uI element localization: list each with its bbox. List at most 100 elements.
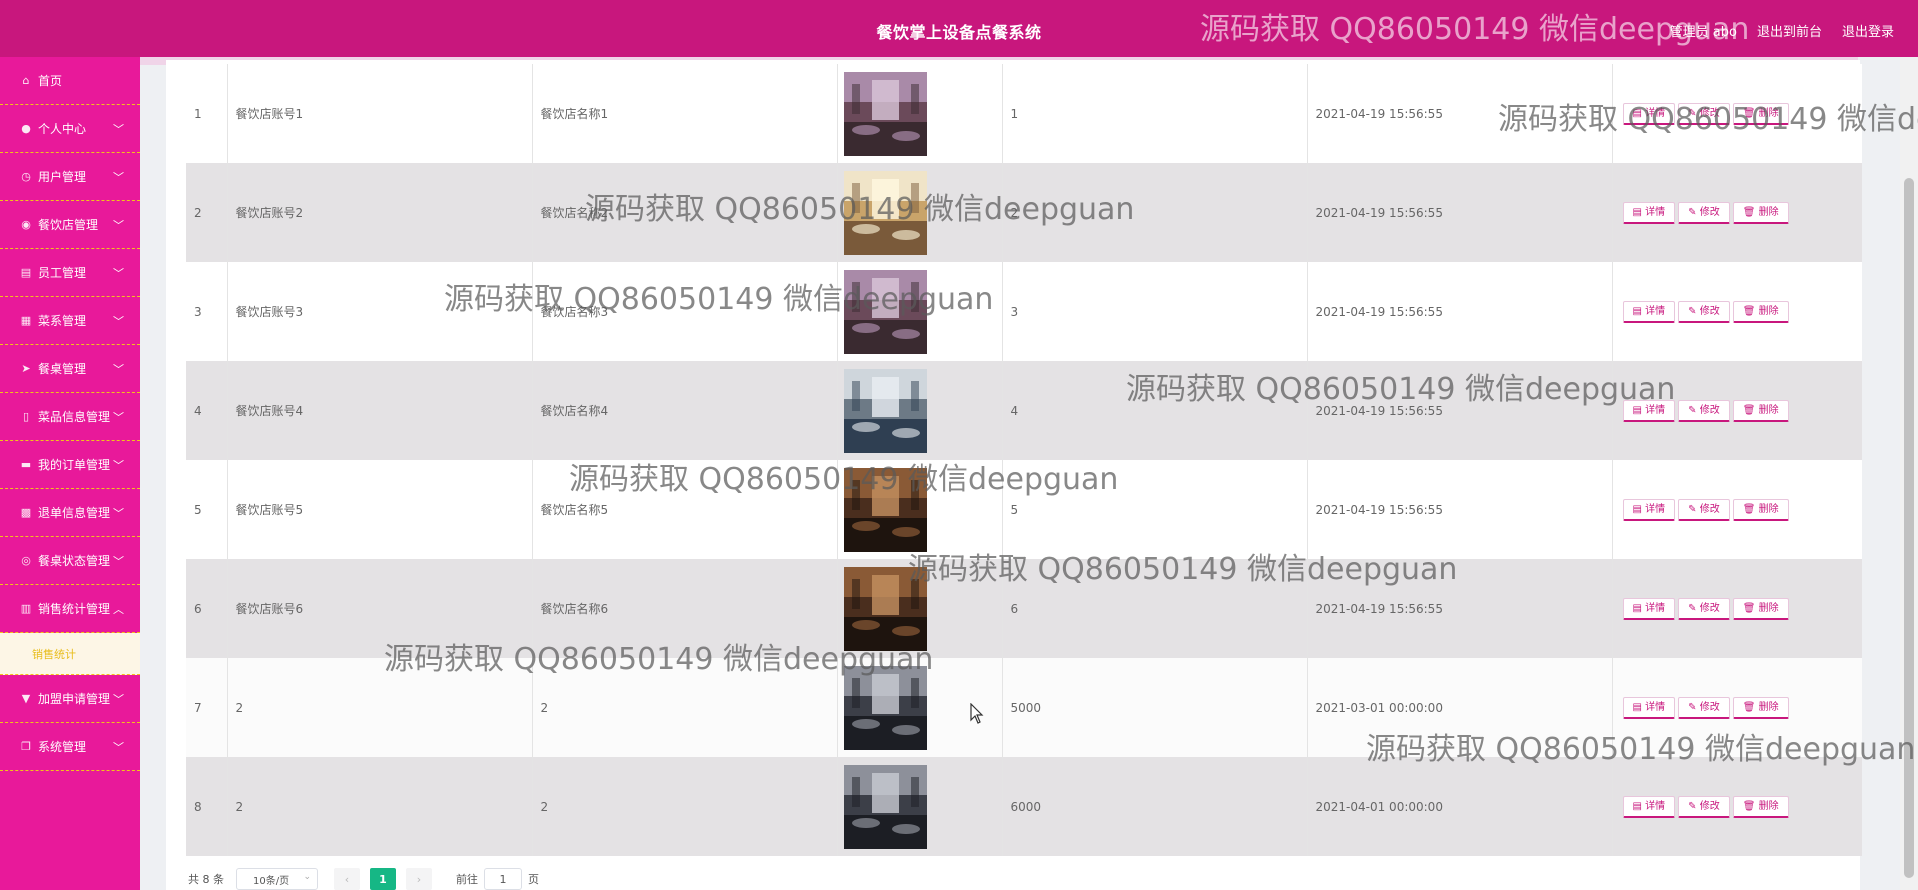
exit-to-front-link[interactable]: 退出到前台	[1757, 21, 1822, 40]
chevron-up-icon: ︿	[113, 603, 124, 616]
chevron-down-icon: ﹀	[113, 315, 124, 328]
restaurant-name: 2	[532, 658, 838, 757]
trash-icon: 🗑	[1742, 206, 1759, 218]
scrollbar-thumb[interactable]	[1904, 178, 1914, 878]
edit-button[interactable]: ✎ 修改	[1678, 597, 1730, 620]
table-row: 7 2 2 5000 2021-03-01 00:00:00 ▤ 详情 ✎ 修改 🗑 删除	[186, 658, 1862, 757]
restaurant-number: 3	[1002, 262, 1308, 361]
table-row: 3 餐饮店账号3 餐饮店名称3 3 2021-04-19 15:56:55 ▤ 详情 ✎ 修…	[186, 262, 1862, 361]
chevron-down-icon: ﹀	[113, 411, 124, 424]
chevron-down-icon: ⌄	[303, 872, 311, 882]
pencil-icon: ✎	[1688, 701, 1700, 713]
home-icon: ⌂	[22, 74, 30, 87]
pencil-icon: ✎	[1688, 602, 1700, 614]
row-index: 1	[186, 64, 228, 163]
sidebar-item[interactable]: ▼ 加盟申请管理 ﹀	[0, 675, 140, 723]
send-icon: ➤	[21, 362, 31, 375]
created-time: 2021-04-19 15:56:55	[1307, 460, 1613, 559]
submenu-item-sales-stats[interactable]: 销售统计	[0, 633, 140, 675]
sidebar-item[interactable]: ▬ 我的订单管理 ﹀	[0, 441, 140, 489]
sidebar-item-label: 用户管理	[38, 170, 87, 184]
edit-button[interactable]: ✎ 修改	[1678, 399, 1730, 422]
detail-button[interactable]: ▤ 详情	[1622, 102, 1676, 125]
sidebar-item-label: 个人中心	[38, 122, 87, 136]
restaurant-number: 6	[1002, 559, 1308, 658]
row-actions: ▤ 详情 ✎ 修改 🗑 删除	[1612, 64, 1862, 163]
page-size-value: 10条/页	[253, 875, 290, 887]
chevron-down-icon: ﹀	[113, 507, 124, 520]
detail-label: 详情	[1645, 107, 1666, 119]
delete-button[interactable]: 🗑 删除	[1732, 597, 1789, 620]
sidebar-item[interactable]: ▩ 退单信息管理 ﹀	[0, 489, 140, 537]
pencil-icon: ✎	[1688, 404, 1700, 416]
detail-button[interactable]: ▤ 详情	[1622, 300, 1676, 323]
sidebar-item[interactable]: ➤ 餐桌管理 ﹀	[0, 345, 140, 393]
table-row: 2 餐饮店账号2 餐饮店名称2 2 2021-04-19 15:56:55 ▤ 详情 ✎ 修…	[186, 163, 1862, 262]
detail-button[interactable]: ▤ 详情	[1622, 795, 1676, 818]
trash-icon: 🗑	[1742, 404, 1759, 416]
restaurant-account: 餐饮店账号1	[227, 64, 533, 163]
pencil-icon: ✎	[1688, 800, 1700, 812]
detail-label: 详情	[1645, 305, 1666, 317]
delete-button[interactable]: 🗑 删除	[1732, 696, 1789, 719]
restaurant-name: 餐饮店名称3	[532, 262, 838, 361]
detail-label: 详情	[1645, 602, 1666, 614]
sidebar-item[interactable]: ◷ 用户管理 ﹀	[0, 153, 140, 201]
edit-button[interactable]: ✎ 修改	[1678, 201, 1730, 224]
restaurant-photo	[837, 757, 1003, 856]
sidebar-item[interactable]: ◎ 餐桌状态管理 ﹀	[0, 537, 140, 585]
sidebar-item[interactable]: ⌂ 首页	[0, 57, 140, 105]
detail-button[interactable]: ▤ 详情	[1622, 201, 1676, 224]
page-size-select[interactable]: 10条/页 ⌄	[236, 868, 318, 890]
sidebar-item[interactable]: ◉ 餐饮店管理 ﹀	[0, 201, 140, 249]
chevron-down-icon: ﹀	[113, 171, 124, 184]
sidebar-item-label: 菜品信息管理	[38, 410, 111, 424]
edit-button[interactable]: ✎ 修改	[1678, 300, 1730, 323]
edit-button[interactable]: ✎ 修改	[1678, 102, 1730, 125]
logout-link[interactable]: 退出登录	[1842, 21, 1894, 40]
prev-page-button[interactable]: ‹	[334, 868, 360, 890]
delete-button[interactable]: 🗑 删除	[1732, 498, 1789, 521]
user-label: 管理员 abo	[1669, 25, 1737, 40]
restaurant-name: 餐饮店名称6	[532, 559, 838, 658]
goto-page-input[interactable]: 1	[484, 868, 522, 890]
sidebar-item[interactable]: ▥ 销售统计管理 ︿	[0, 585, 140, 633]
restaurant-account: 餐饮店账号2	[227, 163, 533, 262]
row-index: 3	[186, 262, 228, 361]
next-page-button[interactable]: ›	[406, 868, 432, 890]
restaurant-number: 5000	[1002, 658, 1308, 757]
edit-button[interactable]: ✎ 修改	[1678, 498, 1730, 521]
created-time: 2021-04-19 15:56:55	[1307, 163, 1613, 262]
copy-icon: ❐	[21, 740, 31, 753]
sidebar: ⌂ 首页 ● 个人中心 ﹀ ◷ 用户管理 ﹀ ◉ 餐饮店管理 ﹀ ▤ 员工管理 ﹀ ▦ 菜系管理 ﹀ ➤ 餐桌管理 ﹀…	[0, 57, 140, 890]
delete-button[interactable]: 🗑 删除	[1732, 201, 1789, 224]
edit-button[interactable]: ✎ 修改	[1678, 696, 1730, 719]
grid-icon: ▦	[20, 314, 32, 327]
row-index: 5	[186, 460, 228, 559]
restaurant-name: 餐饮店名称4	[532, 361, 838, 460]
sidebar-item[interactable]: ▦ 菜系管理 ﹀	[0, 297, 140, 345]
row-actions: ▤ 详情 ✎ 修改 🗑 删除	[1612, 361, 1862, 460]
edit-label: 修改	[1699, 404, 1720, 416]
delete-button[interactable]: 🗑 删除	[1732, 300, 1789, 323]
delete-button[interactable]: 🗑 删除	[1732, 795, 1789, 818]
delete-button[interactable]: 🗑 删除	[1732, 399, 1789, 422]
delete-button[interactable]: 🗑 删除	[1732, 102, 1789, 125]
detail-button[interactable]: ▤ 详情	[1622, 696, 1676, 719]
detail-button[interactable]: ▤ 详情	[1622, 597, 1676, 620]
detail-button[interactable]: ▤ 详情	[1622, 399, 1676, 422]
restaurant-photo	[837, 64, 1003, 163]
sidebar-item[interactable]: ● 个人中心 ﹀	[0, 105, 140, 153]
sidebar-item[interactable]: ❐ 系统管理 ﹀	[0, 723, 140, 771]
delete-label: 删除	[1758, 701, 1779, 713]
sidebar-item-label: 餐桌管理	[38, 362, 87, 376]
sidebar-item[interactable]: ▯ 菜品信息管理 ﹀	[0, 393, 140, 441]
lock-icon: ▯	[22, 410, 30, 423]
page-1-button[interactable]: 1	[370, 868, 396, 890]
edit-button[interactable]: ✎ 修改	[1678, 795, 1730, 818]
chevron-down-icon: ﹀	[113, 123, 124, 136]
detail-button[interactable]: ▤ 详情	[1622, 498, 1676, 521]
sidebar-item[interactable]: ▤ 员工管理 ﹀	[0, 249, 140, 297]
document-icon: ▤	[1632, 404, 1646, 416]
restaurant-number: 4	[1002, 361, 1308, 460]
